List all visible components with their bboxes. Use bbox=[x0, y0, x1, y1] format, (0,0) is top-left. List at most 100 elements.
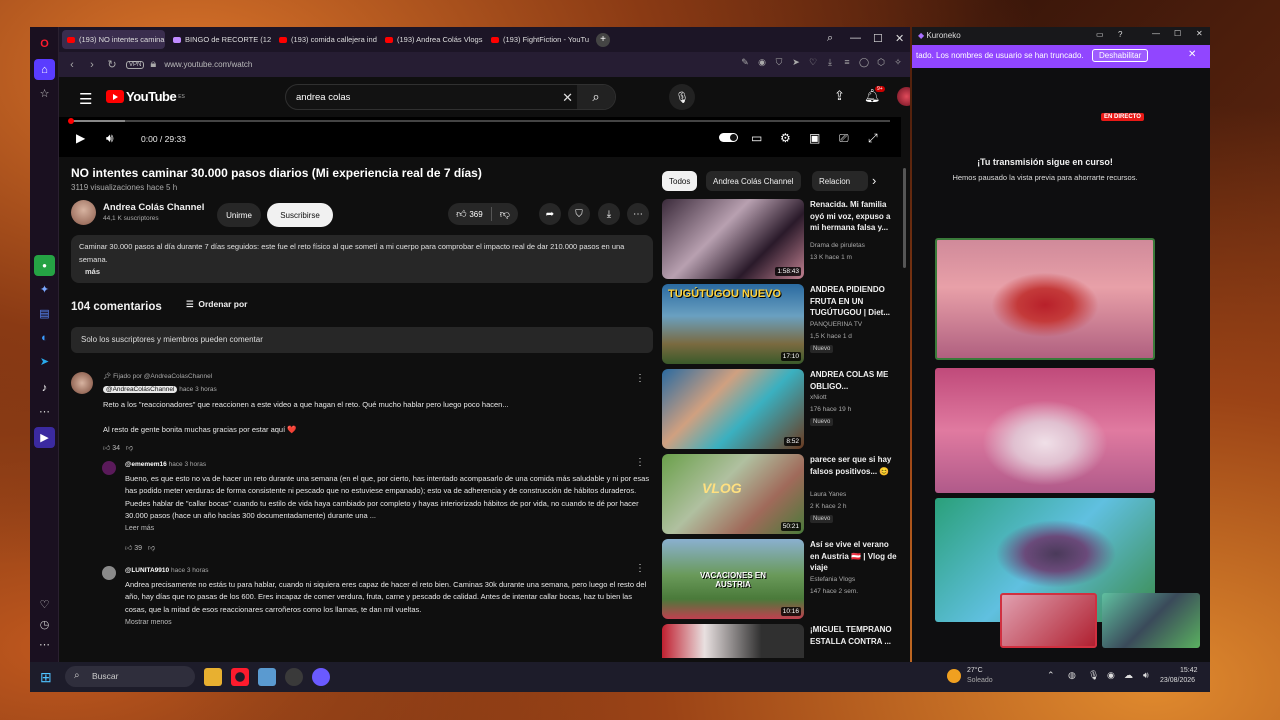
rec-title[interactable]: ANDREA PIDIENDO FRUTA EN UN TUGÚTUGOU | … bbox=[810, 284, 900, 319]
opera-logo-icon[interactable]: O bbox=[34, 33, 55, 54]
vtuber-preview-2[interactable] bbox=[935, 368, 1155, 493]
dislike-button[interactable]: 👎︎ bbox=[500, 208, 510, 220]
opera-gx-icon[interactable] bbox=[231, 668, 249, 686]
maximize-icon[interactable]: ☐ bbox=[1174, 29, 1181, 38]
avatar[interactable] bbox=[102, 566, 116, 580]
home-icon[interactable]: ⌂ bbox=[34, 59, 55, 80]
recommendation-item[interactable]: TUGÚTUGOU NUEVO 17:10 ANDREA PIDIENDO FR… bbox=[662, 284, 902, 364]
tab-fightfiction[interactable]: (193) FightFiction - YouTub bbox=[486, 30, 589, 49]
aria-ai-icon[interactable]: ✧ bbox=[892, 57, 904, 68]
recommendation-item[interactable]: ¡MIGUEL TEMPRANO ESTALLA CONTRA ... bbox=[662, 624, 902, 658]
chip-todos[interactable]: Todos bbox=[662, 171, 698, 191]
player-icon[interactable]: ▶ bbox=[34, 427, 55, 448]
mic-icon[interactable]: 🎙︎ bbox=[1088, 670, 1099, 681]
list-icon[interactable]: ≡ bbox=[841, 57, 853, 68]
tiktok-icon[interactable]: ♪ bbox=[34, 377, 55, 398]
heart-outline-icon[interactable]: ♡ bbox=[807, 57, 819, 68]
reload-icon[interactable]: ↻ bbox=[102, 58, 122, 71]
share-button[interactable]: ➦ bbox=[539, 203, 561, 225]
telegram-icon[interactable]: ➤ bbox=[34, 351, 55, 372]
windows-start-icon[interactable]: ⊞ bbox=[40, 669, 52, 686]
scrubber-handle[interactable] bbox=[68, 118, 74, 124]
tab-vlogs[interactable]: (193) Andrea Colás Vlogs bbox=[380, 30, 483, 49]
thumbnail[interactable]: VLOG 50:21 bbox=[662, 454, 804, 534]
cast-icon[interactable]: ⎚ bbox=[839, 131, 849, 146]
vtuber-mini-2[interactable] bbox=[1102, 593, 1200, 648]
avatar[interactable] bbox=[102, 461, 116, 475]
rec-channel[interactable]: Drama de piruletas bbox=[810, 242, 865, 249]
play-icon[interactable]: ▶ bbox=[76, 131, 85, 145]
channel-avatar[interactable] bbox=[71, 200, 96, 225]
more-apps-icon[interactable]: ⋯ bbox=[34, 401, 55, 422]
settings-icon[interactable]: ⚙ bbox=[780, 131, 791, 145]
scrollbar[interactable] bbox=[903, 168, 906, 268]
edit-icon[interactable]: ✎ bbox=[739, 57, 751, 68]
tab-comida[interactable]: (193) comida callejera ind bbox=[274, 30, 377, 49]
send-icon[interactable]: ➤ bbox=[790, 57, 802, 68]
avatar[interactable] bbox=[897, 87, 910, 106]
comment-author[interactable]: @LUNITA9910 bbox=[125, 567, 169, 574]
rec-title[interactable]: Renacida. Mi familia oyó mi voz, expuso … bbox=[810, 199, 900, 234]
sort-button[interactable]: ☰ Ordenar por bbox=[186, 299, 247, 310]
camera-icon[interactable]: ◉ bbox=[756, 57, 768, 68]
rec-title[interactable]: ¡MIGUEL TEMPRANO ESTALLA CONTRA ... bbox=[810, 624, 900, 647]
progress-bar[interactable] bbox=[68, 118, 890, 124]
app-icon[interactable] bbox=[258, 668, 276, 686]
kebab-menu-icon[interactable]: ⋮ bbox=[635, 563, 645, 574]
speaker-icon[interactable]: 🔊︎ bbox=[1143, 670, 1149, 681]
shield-icon[interactable]: ⛉ bbox=[773, 57, 785, 68]
comment-time[interactable]: hace 3 horas bbox=[171, 567, 209, 574]
close-icon[interactable]: ✕ bbox=[895, 32, 904, 45]
file-explorer-icon[interactable] bbox=[204, 668, 222, 686]
join-button[interactable]: Unirme bbox=[217, 203, 261, 227]
minimize-icon[interactable]: — bbox=[850, 32, 861, 44]
weather-temp[interactable]: 27°C bbox=[967, 667, 983, 674]
onedrive-icon[interactable]: ☁ bbox=[1124, 670, 1133, 681]
rec-title[interactable]: parece ser que si hay falsos positivos..… bbox=[810, 454, 900, 477]
subscribe-button[interactable]: Suscribirse bbox=[267, 203, 333, 227]
url-field[interactable]: www.youtube.com/watch bbox=[164, 60, 252, 69]
tray-icon[interactable]: ◍ bbox=[1068, 670, 1076, 681]
kebab-menu-icon[interactable]: ⋮ bbox=[635, 457, 645, 468]
show-less-link[interactable]: Mostrar menos bbox=[125, 619, 172, 626]
more-actions-button[interactable]: ⋯ bbox=[627, 203, 649, 225]
close-icon[interactable]: ✕ bbox=[1196, 29, 1203, 38]
volume-icon[interactable]: 🔊︎ bbox=[106, 131, 114, 146]
discord-icon[interactable] bbox=[312, 668, 330, 686]
aria-icon[interactable]: ✦ bbox=[34, 279, 55, 300]
read-more-link[interactable]: Leer más bbox=[125, 525, 154, 532]
download-button[interactable]: ⤓ bbox=[598, 203, 620, 225]
like-button[interactable]: 👍︎ bbox=[103, 445, 110, 452]
search-button[interactable]: ⌕ bbox=[577, 85, 615, 109]
new-tab-button[interactable]: + bbox=[596, 32, 610, 47]
disable-button[interactable]: Deshabilitar bbox=[1092, 49, 1149, 62]
vpn-badge[interactable]: VPN bbox=[126, 60, 145, 69]
chip-related[interactable]: Relacion bbox=[812, 171, 868, 191]
comment-author[interactable]: @AndreaColásChannel bbox=[103, 386, 178, 393]
recommendation-item[interactable]: 8:52 ANDREA COLAS ME OBLIGO... xNiott 17… bbox=[662, 369, 902, 449]
like-button[interactable]: 👍︎ 369 bbox=[456, 208, 483, 220]
clear-icon[interactable]: ✕ bbox=[562, 90, 573, 106]
recommendation-item[interactable]: VLOG 50:21 parece ser que si hay falsos … bbox=[662, 454, 902, 534]
comment-time[interactable]: hace 3 horas bbox=[179, 386, 217, 393]
channel-name[interactable]: Andrea Colás Channel bbox=[103, 202, 204, 213]
chevron-up-icon[interactable]: ⌃ bbox=[1047, 670, 1055, 681]
search-input[interactable]: andrea colas ✕ ⌕ bbox=[285, 84, 616, 110]
minimize-icon[interactable]: — bbox=[1152, 29, 1160, 38]
whatsapp-icon[interactable]: ● bbox=[34, 255, 55, 276]
menu-icon[interactable]: ☰ bbox=[79, 90, 92, 108]
search-tabs-icon[interactable]: ⌕ bbox=[827, 32, 833, 45]
upload-icon[interactable]: ⇪ bbox=[834, 88, 845, 104]
sidebar-more-icon[interactable]: ⋯ bbox=[34, 634, 55, 655]
chevron-right-icon[interactable]: › bbox=[872, 173, 876, 188]
fullscreen-icon[interactable]: ⤢ bbox=[868, 131, 878, 146]
history-icon[interactable]: ◷ bbox=[34, 614, 55, 635]
description-more[interactable]: más bbox=[79, 266, 645, 279]
youtube-logo[interactable]: YouTube ES bbox=[106, 89, 185, 104]
thumbnail[interactable]: 8:52 bbox=[662, 369, 804, 449]
description-box[interactable]: Caminar 30.000 pasos al día durante 7 dí… bbox=[71, 235, 653, 283]
rec-channel[interactable]: xNiott bbox=[810, 394, 827, 401]
rec-channel[interactable]: Estefania Vlogs bbox=[810, 576, 855, 583]
rec-channel[interactable]: Laura Yanes bbox=[810, 491, 846, 498]
chip-channel[interactable]: Andrea Colás Channel bbox=[706, 171, 801, 191]
